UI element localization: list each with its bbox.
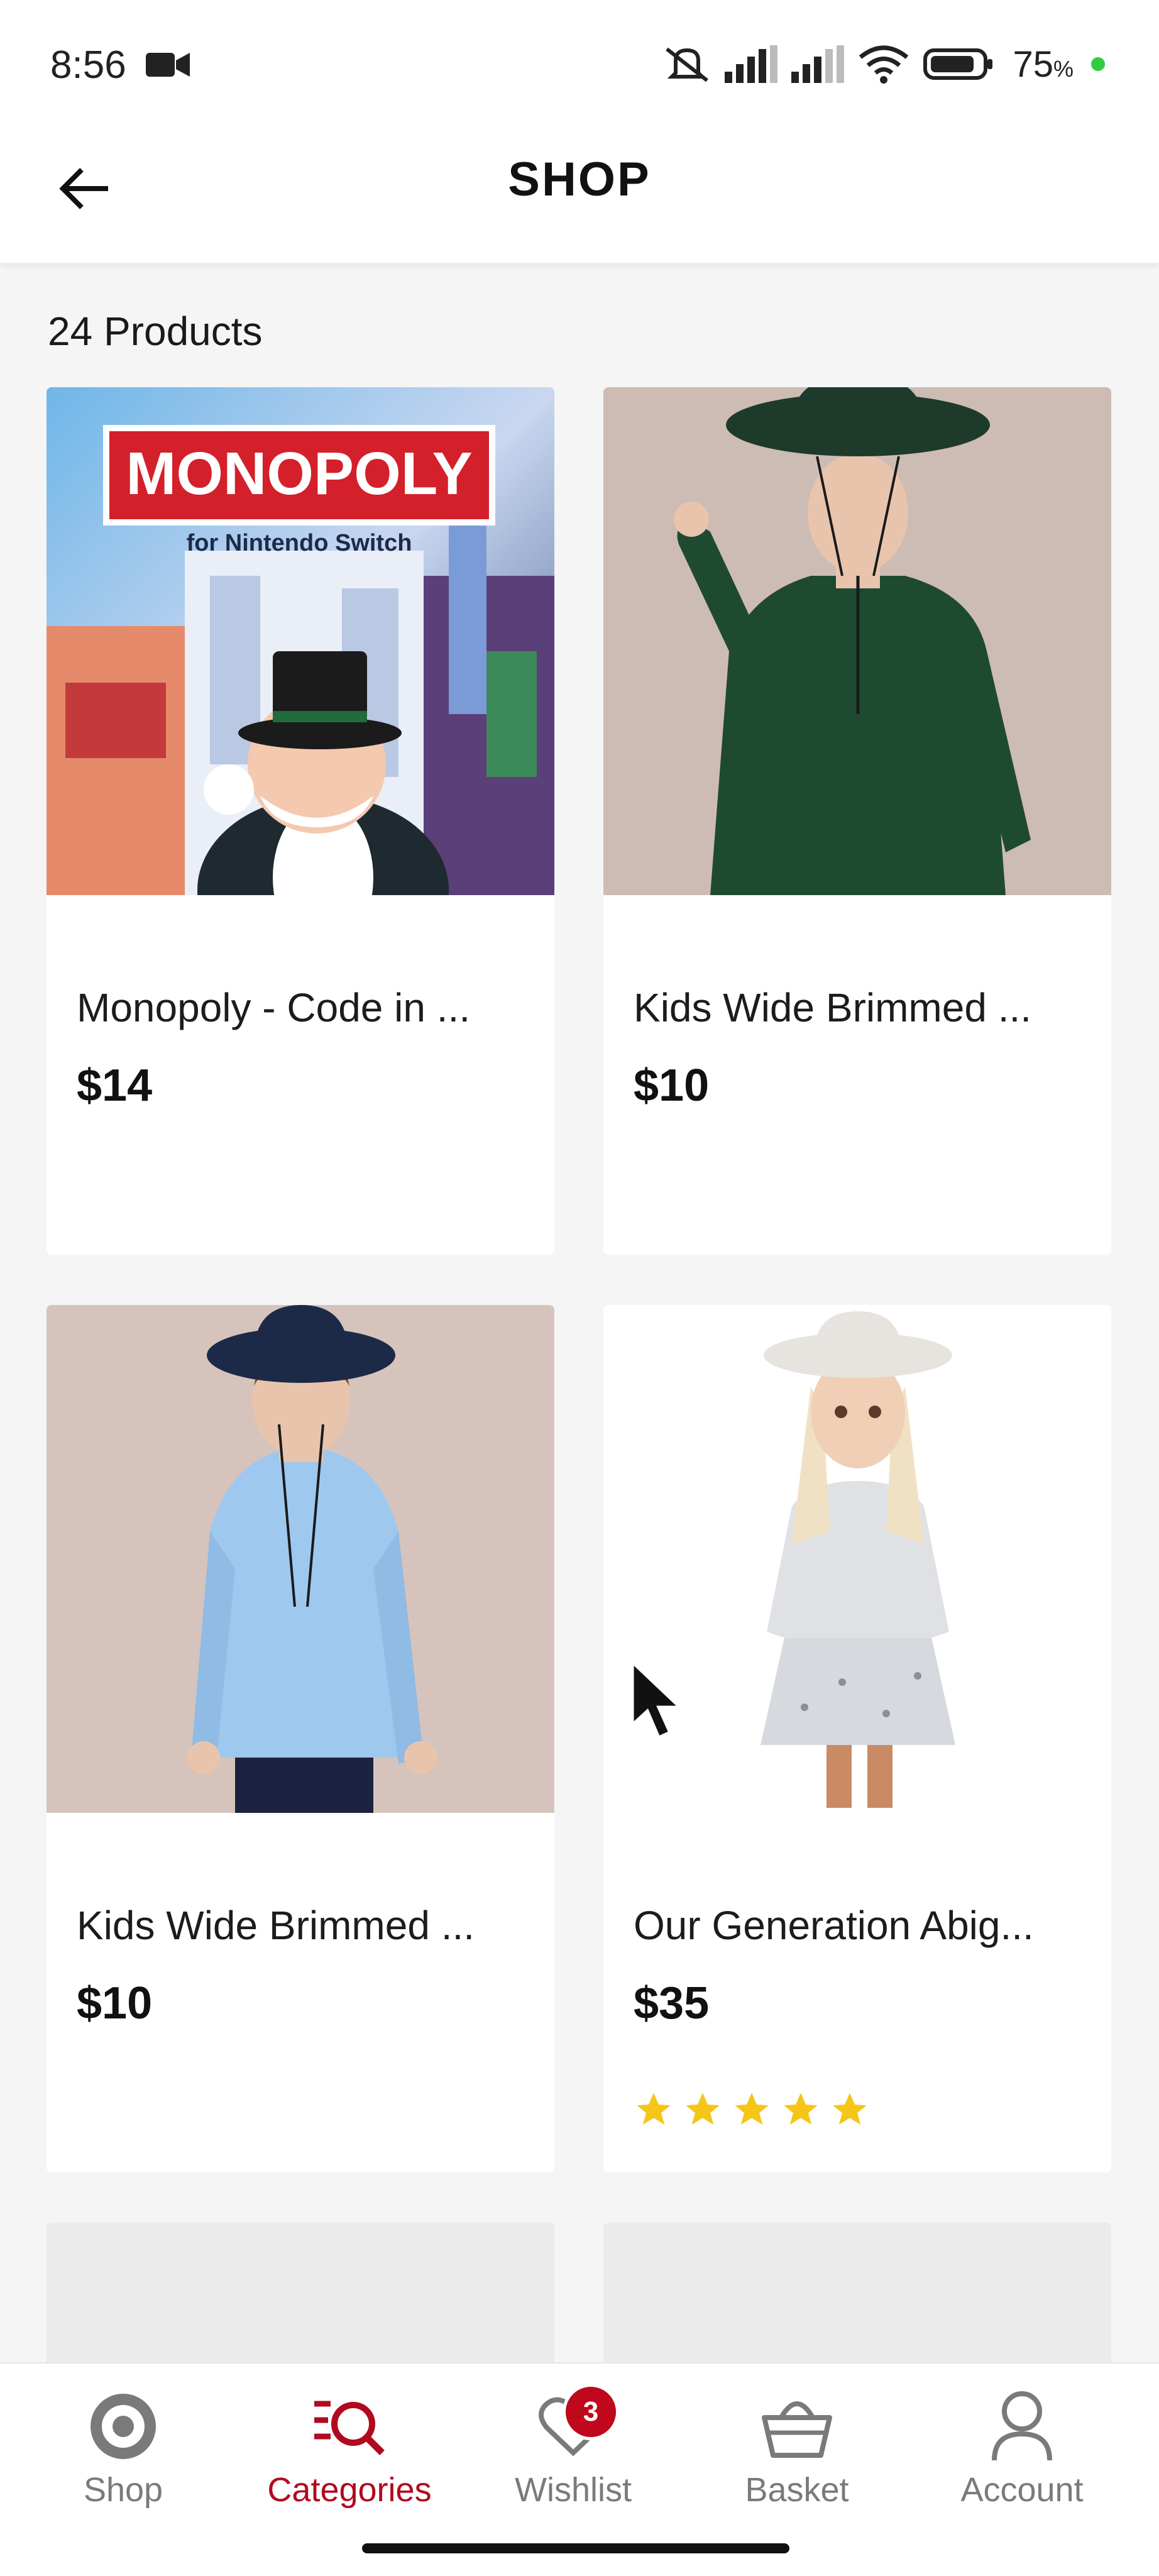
nav-label: Wishlist: [515, 2471, 632, 2509]
battery-icon: [923, 48, 993, 80]
product-card[interactable]: Kids Wide Brimmed ... $10: [47, 1305, 554, 2172]
basket-icon: [762, 2401, 832, 2458]
status-bar: 8:56 75%: [0, 0, 1159, 126]
star-icon: [784, 2093, 818, 2125]
nav-label: Basket: [745, 2471, 849, 2509]
product-image: [47, 1305, 554, 1813]
status-time: 8:56: [50, 43, 126, 87]
product-price: $35: [634, 1978, 710, 2028]
product-name: Kids Wide Brimmed ...: [77, 1903, 475, 1948]
product-name: Monopoly - Code in ...: [77, 985, 471, 1030]
nav-item-categories[interactable]: Categories: [255, 2364, 444, 2527]
product-card-placeholder: [47, 2223, 554, 2374]
product-price: $14: [77, 1060, 153, 1111]
video-camera-icon: [146, 53, 190, 77]
mouse-cursor-icon: [630, 1660, 684, 1740]
product-card[interactable]: Kids Wide Brimmed ... $10: [603, 387, 1111, 1255]
signal-icon: [791, 45, 845, 83]
product-image: MONOPOLY for Nintendo Switch: [47, 387, 554, 895]
nav-item-basket[interactable]: Basket: [703, 2364, 891, 2527]
app-header: SHOP: [0, 126, 1159, 264]
mute-icon: [666, 47, 709, 82]
nav-item-account[interactable]: Account: [928, 2364, 1116, 2527]
wifi-icon: [859, 45, 909, 84]
product-price: $10: [634, 1060, 710, 1111]
nav-label: Categories: [267, 2471, 432, 2509]
nav-item-shop[interactable]: Shop: [29, 2364, 217, 2527]
product-price: $10: [77, 1978, 153, 2028]
charging-dot: [1091, 57, 1105, 71]
product-card-placeholder: [603, 2223, 1111, 2374]
home-indicator[interactable]: [362, 2543, 789, 2553]
signal-icon: [725, 45, 778, 83]
person-icon: [992, 2391, 1052, 2461]
product-card[interactable]: MONOPOLY for Nintendo Switch Monopoly - …: [47, 387, 554, 1255]
nav-item-wishlist[interactable]: 3 Wishlist: [479, 2364, 667, 2527]
star-icon: [686, 2093, 720, 2125]
status-icons: 75%: [663, 43, 1105, 85]
wishlist-badge: 3: [563, 2384, 619, 2440]
categories-search-icon: [314, 2401, 385, 2455]
rating-stars: [634, 2089, 870, 2130]
nav-label: Shop: [83, 2471, 163, 2509]
product-image: [603, 387, 1111, 895]
page-title: SHOP: [508, 153, 651, 206]
star-icon: [735, 2093, 769, 2125]
monopoly-logo: MONOPOLY: [126, 440, 472, 507]
product-count: 24 Products: [48, 309, 263, 354]
star-icon: [833, 2093, 867, 2125]
target-icon: [91, 2394, 156, 2459]
star-icon: [637, 2093, 671, 2125]
svg-text:for Nintendo Switch: for Nintendo Switch: [187, 530, 412, 556]
battery-level: 75%: [1013, 43, 1074, 85]
nav-label: Account: [960, 2471, 1084, 2509]
product-name: Kids Wide Brimmed ...: [634, 985, 1032, 1030]
product-name: Our Generation Abig...: [634, 1903, 1034, 1948]
